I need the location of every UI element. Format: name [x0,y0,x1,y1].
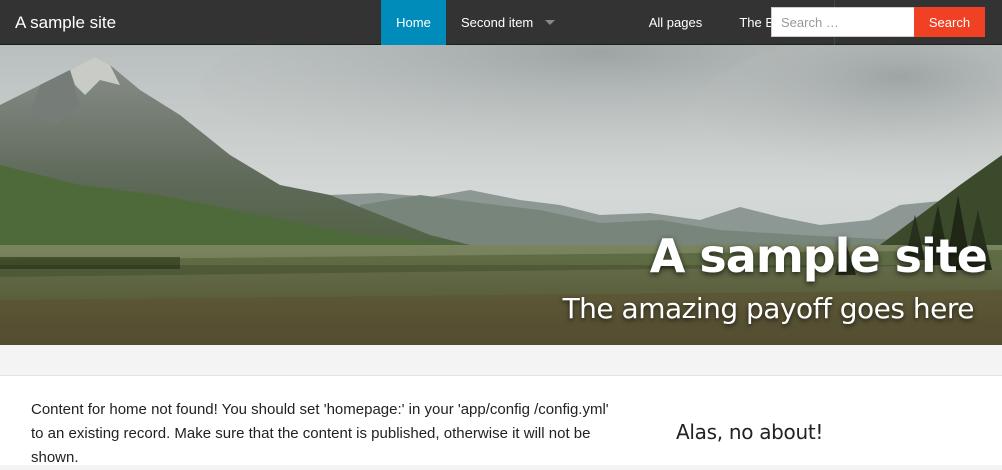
search-button[interactable]: Search [914,7,985,37]
content-panel: Content for home not found! You should s… [0,375,1002,466]
site-brand-link[interactable]: A sample site [15,0,116,45]
aside-heading: Alas, no about! [676,420,824,444]
top-bar: A sample site Home Second item All pages… [0,0,1002,45]
content-not-found-message: Content for home not found! You should s… [31,401,609,466]
nav-item-all-pages[interactable]: All pages [634,0,717,45]
chevron-down-icon [545,20,556,26]
nav-item-second-label: Second item [461,15,534,30]
search-input[interactable] [771,7,915,37]
hero-title: A sample site [649,229,988,283]
hero-subtitle: The amazing payoff goes here [562,292,975,325]
nav-item-second-item[interactable]: Second item [446,0,634,45]
nav-item-home[interactable]: Home [381,0,446,45]
main-nav: Home Second item All pages The Bolt site [381,0,835,45]
hero-banner: A sample site The amazing payoff goes he… [0,45,1002,345]
